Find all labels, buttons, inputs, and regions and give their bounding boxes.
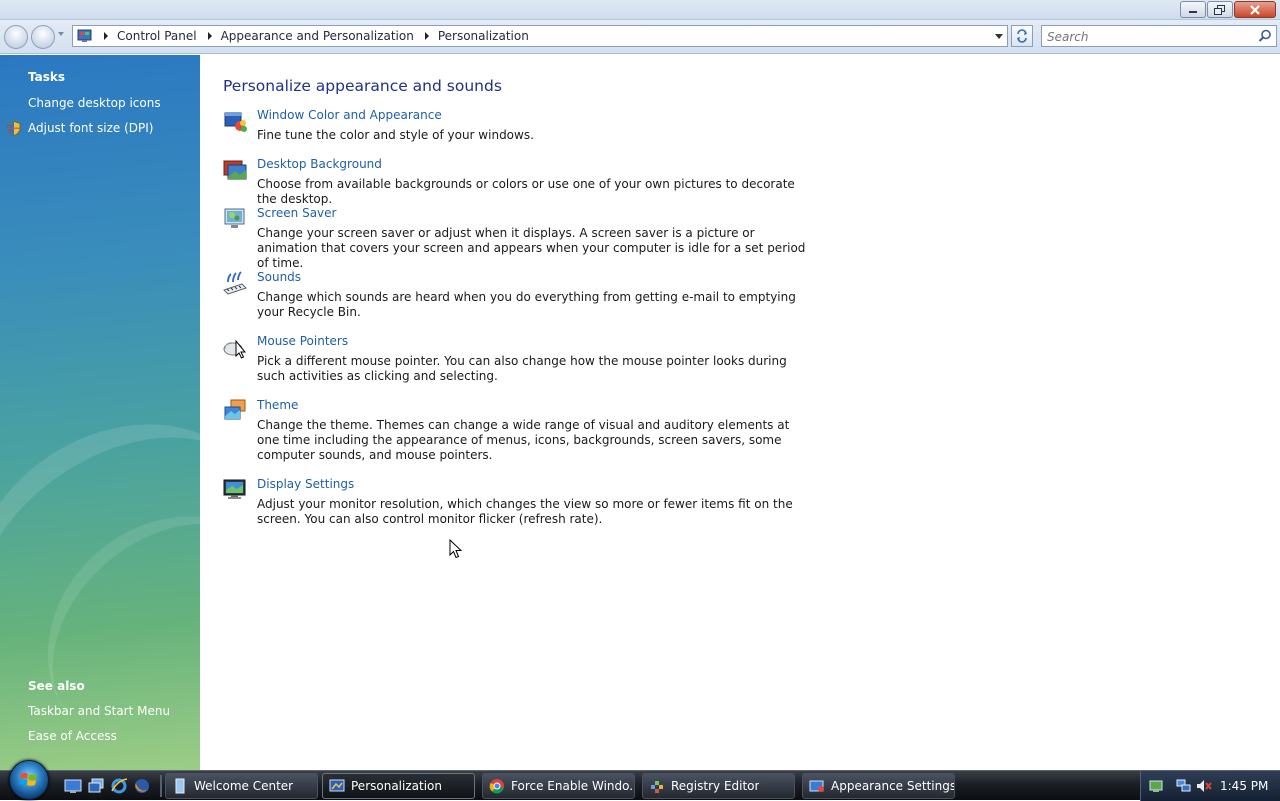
address-toolbar: Control Panel Appearance and Personaliza…: [0, 20, 1280, 54]
display-settings-icon: [223, 479, 246, 499]
control-panel-icon: [77, 29, 92, 42]
display-settings-description: Adjust your monitor resolution, which ch…: [257, 497, 793, 526]
uac-shield-icon: [7, 121, 21, 136]
screen-saver-icon: [224, 208, 245, 228]
start-button[interactable]: [9, 760, 49, 800]
window-color-description: Fine tune the color and style of your wi…: [257, 128, 534, 142]
network-tray-icon[interactable]: [1148, 778, 1164, 794]
desktop-background-description: Choose from available backgrounds or col…: [257, 177, 795, 206]
personalization-icon: [329, 779, 345, 792]
window-controls: [1180, 1, 1276, 18]
taskbar-item-registry-editor[interactable]: Registry Editor: [642, 773, 795, 799]
taskbar-item-label: Welcome Center: [194, 779, 294, 793]
ease-of-access-link[interactable]: Ease of Access: [28, 729, 117, 743]
tasks-heading: Tasks: [28, 70, 66, 84]
refresh-icon: [1017, 29, 1027, 43]
show-desktop-icon[interactable]: [64, 777, 82, 795]
taskbar-and-start-menu-link[interactable]: Taskbar and Start Menu: [28, 704, 170, 718]
see-also-heading: See also: [28, 679, 85, 693]
taskbar-item-appearance-settings[interactable]: Appearance Settings: [802, 773, 955, 799]
window-color-link[interactable]: Window Color and Appearance: [257, 108, 442, 122]
display-settings-link[interactable]: Display Settings: [257, 477, 354, 491]
change-desktop-icons-link[interactable]: Change desktop icons: [28, 96, 161, 110]
breadcrumb-appearance-and-personalization[interactable]: Appearance and Personalization: [221, 29, 414, 43]
computers-tray-icon[interactable]: [1176, 778, 1192, 794]
theme-icon: [224, 399, 246, 420]
search-icon[interactable]: [1258, 29, 1272, 43]
chrome-icon: [489, 779, 504, 794]
firefox-icon[interactable]: [133, 777, 151, 795]
volume-muted-icon[interactable]: [1196, 778, 1212, 794]
restore-button[interactable]: [1207, 1, 1233, 18]
taskbar-item-personalization[interactable]: Personalization: [322, 773, 475, 799]
mouse-pointers-icon: [223, 339, 247, 359]
breadcrumb-separator[interactable]: [207, 32, 212, 40]
taskbar-item-label: Appearance Settings: [831, 779, 954, 793]
address-dropdown-icon[interactable]: [995, 34, 1003, 39]
theme-description: Change the theme. Themes can change a wi…: [257, 418, 790, 462]
close-icon: [1250, 4, 1260, 15]
address-bar[interactable]: Control Panel Appearance and Personaliza…: [72, 25, 1008, 47]
sounds-description: Change which sounds are heard when you d…: [257, 290, 796, 319]
sounds-icon: [223, 271, 247, 295]
taskbar-separator: [160, 775, 162, 797]
minimize-button[interactable]: [1180, 1, 1206, 18]
sounds-link[interactable]: Sounds: [257, 270, 301, 284]
switch-windows-icon[interactable]: [87, 777, 105, 795]
main-content: Personalize appearance and sounds Window…: [200, 55, 1280, 770]
appearance-settings-icon: [809, 780, 824, 792]
mouse-cursor-icon: [449, 539, 463, 559]
restore-icon: [1214, 4, 1225, 15]
taskbar-item-label: Force Enable Windo...: [511, 779, 634, 793]
page-title: Personalize appearance and sounds: [223, 77, 502, 95]
back-button[interactable]: [4, 25, 28, 49]
task-pane: Tasks Change desktop icons Adjust font s…: [0, 55, 200, 770]
mouse-pointers-description: Pick a different mouse pointer. You can …: [257, 354, 787, 383]
minimize-icon: [1189, 10, 1197, 13]
search-input[interactable]: [1042, 27, 1242, 47]
clock[interactable]: 1:45 PM: [1220, 779, 1268, 793]
internet-explorer-icon[interactable]: [110, 777, 128, 795]
refresh-button[interactable]: [1011, 25, 1033, 47]
taskbar-item-label: Registry Editor: [671, 779, 760, 793]
taskbar-item-force-enable[interactable]: Force Enable Windo...: [482, 773, 635, 799]
taskbar: Welcome Center Personalization Force Ena…: [0, 760, 1280, 801]
registry-editor-icon: [651, 781, 663, 793]
adjust-font-size-link[interactable]: Adjust font size (DPI): [28, 121, 153, 135]
breadcrumb-separator[interactable]: [424, 32, 429, 40]
breadcrumb-personalization[interactable]: Personalization: [438, 29, 529, 43]
windows-logo-icon: [19, 772, 37, 786]
theme-link[interactable]: Theme: [257, 398, 298, 412]
close-button[interactable]: [1234, 1, 1276, 18]
forward-button[interactable]: [31, 25, 55, 49]
welcome-center-icon: [175, 778, 185, 794]
breadcrumb-control-panel[interactable]: Control Panel: [117, 29, 197, 43]
window-color-icon: [224, 112, 247, 132]
search-box[interactable]: [1041, 25, 1277, 47]
mouse-pointers-link[interactable]: Mouse Pointers: [257, 334, 348, 348]
desktop-background-link[interactable]: Desktop Background: [257, 157, 382, 171]
recent-pages-dropdown[interactable]: [58, 32, 64, 36]
title-bar: [0, 0, 1280, 20]
screen-saver-description: Change your screen saver or adjust when …: [257, 226, 806, 270]
taskbar-item-welcome-center[interactable]: Welcome Center: [165, 773, 318, 799]
breadcrumb-separator[interactable]: [104, 32, 108, 40]
taskbar-item-label: Personalization: [351, 779, 442, 793]
desktop-background-icon: [223, 160, 247, 180]
screen-saver-link[interactable]: Screen Saver: [257, 206, 336, 220]
